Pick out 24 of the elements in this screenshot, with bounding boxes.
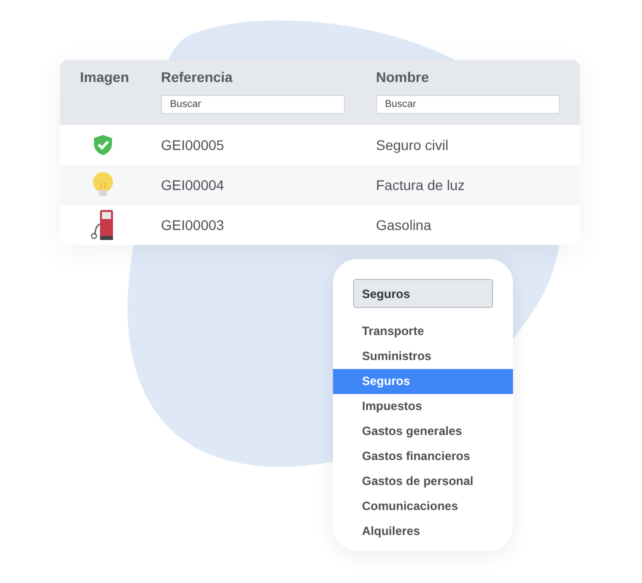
select-field[interactable]: Seguros	[353, 279, 493, 308]
search-field[interactable]: Buscar	[161, 95, 345, 114]
dropdown-option[interactable]: Suministros	[333, 344, 513, 369]
fuel-pump-icon	[90, 209, 116, 241]
table-cell: Factura de luz	[376, 177, 465, 193]
dropdown-option[interactable]: Gastos financieros	[333, 444, 513, 469]
dropdown-option[interactable]: Alquileres	[333, 519, 513, 544]
column-header: Imagen	[80, 69, 130, 85]
column-header: Nombre	[376, 69, 430, 85]
column-header: Referencia	[161, 69, 234, 85]
dropdown-option[interactable]: Gastos de personal	[333, 469, 513, 494]
table-cell: GEI00004	[161, 177, 224, 193]
table-cell: Seguro civil	[376, 137, 448, 153]
dropdown-option[interactable]: Comunicaciones	[333, 494, 513, 519]
table-cell: GEI00005	[161, 137, 224, 153]
search-field[interactable]: Buscar	[376, 95, 560, 114]
dropdown-option[interactable]: Gastos generales	[333, 419, 513, 444]
shield-check-icon	[93, 134, 113, 156]
table-cell: Gasolina	[376, 217, 432, 233]
dropdown-option[interactable]: Seguros	[333, 369, 513, 394]
dropdown-option[interactable]: Transporte	[333, 319, 513, 344]
light-bulb-icon	[92, 172, 114, 198]
table-cell: GEI00003	[161, 217, 224, 233]
dropdown-option[interactable]: Impuestos	[333, 394, 513, 419]
